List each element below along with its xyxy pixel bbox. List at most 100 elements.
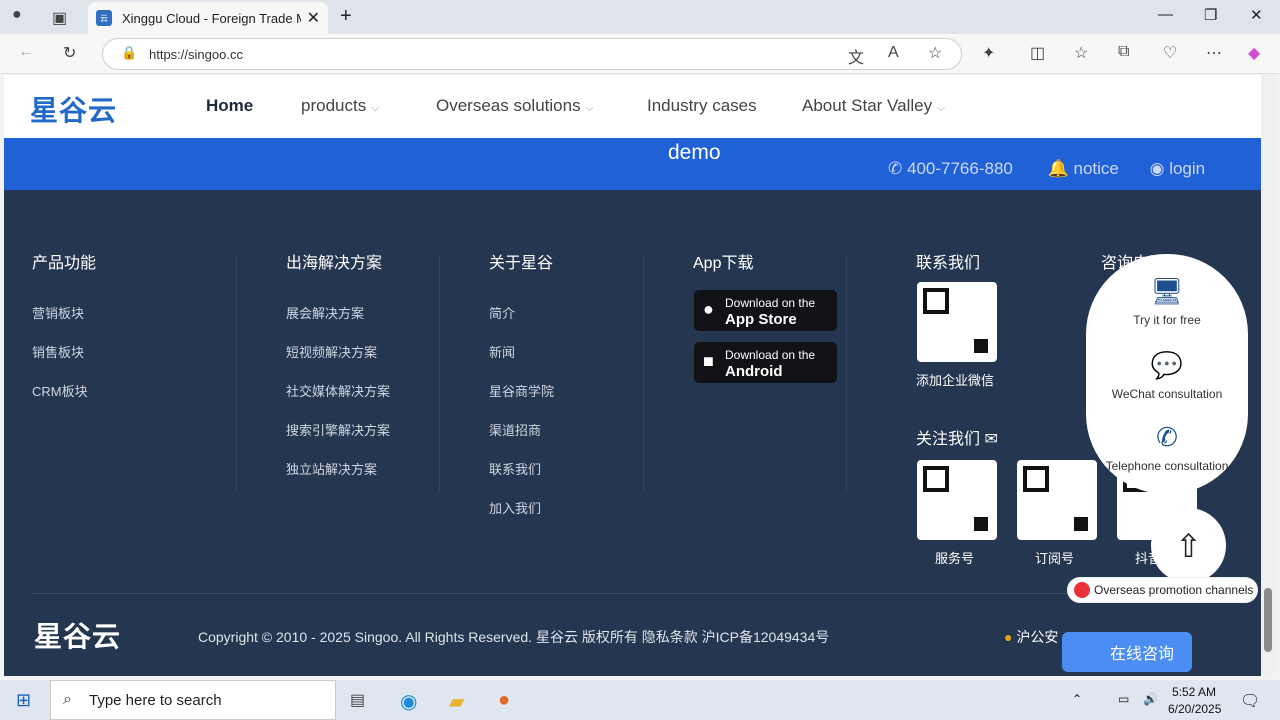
footer-link[interactable]: 渠道招商 (489, 420, 554, 439)
wechat-qr-code (917, 282, 997, 362)
footer-link[interactable]: 搜索引擎解决方案 (286, 420, 390, 439)
qr1-label: 服务号 (935, 551, 975, 566)
footer-col-solutions: 出海解决方案 展会解决方案 短视频解决方案 社交媒体解决方案 搜索引擎解决方案 … (286, 249, 390, 498)
footer-link[interactable]: 展会解决方案 (286, 303, 390, 322)
restore-icon[interactable]: ❐ (1204, 6, 1217, 24)
footer-link[interactable]: 营销板块 (32, 303, 96, 322)
qr2-label: 订阅号 (1035, 551, 1075, 566)
nav-home[interactable]: Home (206, 96, 253, 116)
task-view-icon[interactable]: ▤ (350, 690, 365, 710)
footer-link[interactable]: 社交媒体解决方案 (286, 381, 390, 400)
clock-date[interactable]: 6/20/2025 (1168, 702, 1221, 716)
police-text: 沪公安 (1016, 629, 1059, 645)
footer-link[interactable]: 短视频解决方案 (286, 342, 390, 361)
nav-about[interactable]: About Star Valley ⌵ (802, 96, 945, 116)
collections-icon[interactable]: ⧉ (1118, 43, 1129, 61)
promotion-channels-badge[interactable]: Overseas promotion channels (1067, 577, 1258, 603)
chat-icon: 💬 (1150, 350, 1184, 380)
minimize-icon[interactable]: — (1158, 6, 1173, 23)
header-contact-row: ✆ 400-7766-880 🔔 notice ◉ login (888, 159, 1205, 179)
footer-link[interactable]: 销售板块 (32, 342, 96, 361)
copyright-text: Copyright © 2010 - 2025 Singoo. All Righ… (198, 629, 830, 645)
divider (643, 255, 644, 491)
footer-col-title: 联系我们 (916, 255, 981, 272)
profile-icon[interactable]: ● (12, 6, 22, 24)
service-qr-code (917, 460, 997, 540)
favicon-icon: 云 (96, 10, 112, 26)
favorites-icon[interactable]: ☆ (1074, 43, 1088, 63)
footer-link[interactable]: 联系我们 (489, 459, 554, 478)
taskbar-search[interactable]: ⌕ Type here to search (50, 680, 336, 720)
online-chat-button[interactable]: 在线咨询 (1062, 632, 1192, 672)
footer-col-about: 关于星谷 简介 新闻 星谷商学院 渠道招商 联系我们 加入我们 (489, 249, 554, 537)
police-icon: ● (1004, 629, 1013, 645)
notice-link[interactable]: notice (1074, 159, 1119, 178)
footer-link[interactable]: 独立站解决方案 (286, 459, 390, 478)
refresh-icon[interactable]: ↻ (63, 43, 76, 63)
tray-chevron-icon[interactable]: ⌃ (1072, 692, 1082, 706)
address-bar-area: ← ↻ 🔒 https://singoo.cc 文 A ☆ ✦ ◫ ☆ ⧉ ♡ … (0, 34, 1280, 74)
back-icon[interactable]: ← (18, 43, 34, 61)
android-button[interactable]: ■ Download on the Android (694, 342, 837, 383)
tab-actions-icon[interactable]: ▣ (52, 8, 67, 28)
nav-industry-cases[interactable]: Industry cases (647, 96, 757, 116)
edge-icon[interactable]: ◉ (400, 689, 417, 714)
phone-number[interactable]: 400-7766-880 (907, 159, 1013, 178)
telephone-label: Telephone consultation (1105, 459, 1229, 473)
volume-icon[interactable]: 🔊 (1143, 692, 1158, 706)
footer-col-title: 产品功能 (32, 255, 97, 272)
windows-taskbar: ⊞ ⌕ Type here to search ▤ ◉ ▰ ● ⌃ ▭ 🔊 5:… (0, 680, 1280, 720)
back-to-top-button[interactable]: ⇧ (1151, 508, 1226, 583)
footer-link[interactable]: 新闻 (489, 342, 554, 361)
android-icon: ■ (703, 351, 714, 371)
network-icon[interactable]: ▭ (1118, 692, 1129, 706)
demo-button[interactable]: demo (668, 141, 721, 165)
read-aloud-icon[interactable]: A (888, 44, 899, 62)
footer-link[interactable]: CRM板块 (32, 381, 96, 400)
close-window-icon[interactable]: ✕ (1250, 6, 1263, 24)
file-explorer-icon[interactable]: ▰ (449, 689, 464, 714)
firefox-icon[interactable]: ● (498, 689, 510, 712)
divider (236, 255, 237, 491)
browser-essentials-icon[interactable]: ♡ (1163, 43, 1177, 63)
notification-icon[interactable]: 🗨 (1240, 691, 1260, 711)
new-tab-icon[interactable]: + (340, 5, 352, 28)
scrollbar-thumb[interactable] (1264, 588, 1272, 652)
footer-link[interactable]: 星谷商学院 (489, 381, 554, 400)
telephone-item[interactable]: ✆ Telephone consultation (1086, 422, 1248, 473)
site-logo[interactable]: 星谷云 (30, 89, 117, 129)
try-free-item[interactable]: 🖥 Try it for free (1086, 276, 1248, 327)
url-field[interactable]: 🔒 https://singoo.cc (102, 38, 962, 70)
split-screen-icon[interactable]: ◫ (1030, 43, 1045, 63)
url-text: https://singoo.cc (149, 46, 243, 62)
page-scrollbar[interactable] (1261, 75, 1276, 676)
app-store-button[interactable]: ● Download on the App Store (694, 290, 837, 331)
nav-about-label: About Star Valley (802, 96, 933, 115)
clock-time[interactable]: 5:52 AM (1172, 685, 1216, 699)
consultation-popup: 🖥 Try it for free 💬 WeChat consultation ✆ T… (1086, 254, 1248, 494)
mail-icon: ✉ (984, 431, 998, 448)
try-free-label: Try it for free (1133, 313, 1201, 327)
browser-tabbar: ● ▣ 云 Xinggu Cloud - Foreign Trade Ma ✕ … (0, 0, 1280, 34)
translate-icon[interactable]: 文 (848, 44, 864, 68)
monitor-icon: 🖥 (1150, 276, 1184, 306)
browser-tab[interactable]: 云 Xinggu Cloud - Foreign Trade Ma ✕ (88, 2, 328, 34)
nav-products-label: products (301, 96, 367, 115)
footer-col-title: 关于星谷 (489, 255, 554, 272)
login-link[interactable]: login (1169, 159, 1205, 178)
wechat-item[interactable]: 💬 WeChat consultation (1086, 350, 1248, 401)
favorite-star-icon[interactable]: ☆ (928, 43, 942, 63)
footer-link[interactable]: 简介 (489, 303, 554, 322)
footer-link[interactable]: 加入我们 (489, 498, 554, 517)
nav-overseas-solutions[interactable]: Overseas solutions ⌵ (436, 96, 594, 116)
extensions-icon[interactable]: ✦ (982, 43, 995, 63)
windows-start-icon[interactable]: ⊞ (16, 690, 31, 711)
close-tab-icon[interactable]: ✕ (307, 8, 320, 28)
divider (846, 255, 847, 491)
copilot-icon[interactable]: ◆ (1248, 43, 1260, 63)
nav-overseas-label: Overseas solutions (436, 96, 581, 115)
qr-label: 添加企业微信 (916, 373, 995, 388)
more-icon[interactable]: ⋯ (1206, 43, 1222, 63)
app-store-big: App Store (725, 311, 797, 328)
nav-products[interactable]: products ⌵ (301, 96, 379, 116)
